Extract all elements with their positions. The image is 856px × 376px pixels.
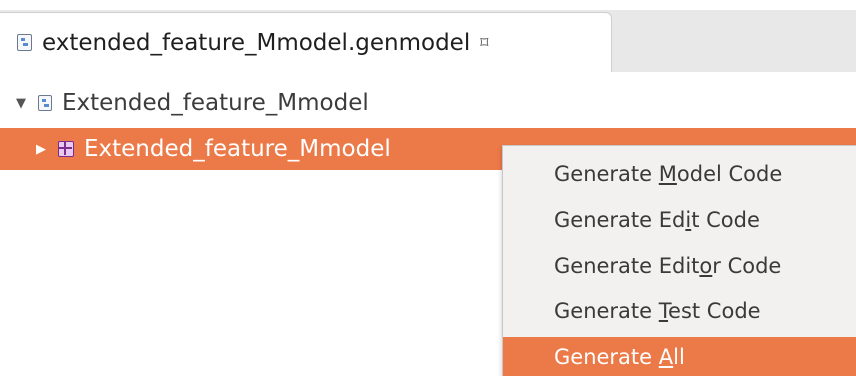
tree-item-genmodel-root[interactable]: ▼ Extended_feature_Mmodel [0,82,856,124]
menu-item-label: Generate All [554,345,685,369]
menu-item-generate-editor-code[interactable]: Generate Editor Code [503,246,856,286]
chevron-right-icon[interactable]: ▶ [34,142,48,157]
menu-item-label: Generate Model Code [554,162,783,186]
mnemonic: M [658,162,677,186]
menu-item-label: Generate Edit Code [554,208,760,232]
eclipse-genmodel-editor: extended_feature_Mmodel.genmodel ⌑ ▼ Ext… [0,0,856,376]
close-icon[interactable]: ⌑ [480,34,488,51]
tree-item-label: Extended_feature_Mmodel [84,136,391,162]
menu-item-generate-test-code[interactable]: Generate Test Code [503,291,856,331]
tab-title: extended_feature_Mmodel.genmodel [42,29,471,56]
editor-tab-strip: extended_feature_Mmodel.genmodel ⌑ [0,0,856,72]
context-menu: Generate Model Code Generate Edit Code G… [502,145,856,376]
tree-item-label: Extended_feature_Mmodel [62,90,369,116]
tab-genmodel-editor[interactable]: extended_feature_Mmodel.genmodel ⌑ [0,12,612,72]
mnemonic: T [658,299,669,323]
mnemonic: o [699,254,713,278]
menu-item-label: Generate Editor Code [554,254,782,278]
mnemonic: A [658,345,674,369]
genmodel-icon [38,95,52,111]
menu-item-label: Generate Test Code [554,299,761,323]
chevron-down-icon[interactable]: ▼ [14,96,28,111]
genmodel-file-icon [17,34,32,51]
menu-item-generate-model-code[interactable]: Generate Model Code [503,154,856,194]
genpackage-icon [58,141,74,157]
menu-item-generate-edit-code[interactable]: Generate Edit Code [503,200,856,240]
menu-item-generate-all[interactable]: Generate All [503,337,856,376]
